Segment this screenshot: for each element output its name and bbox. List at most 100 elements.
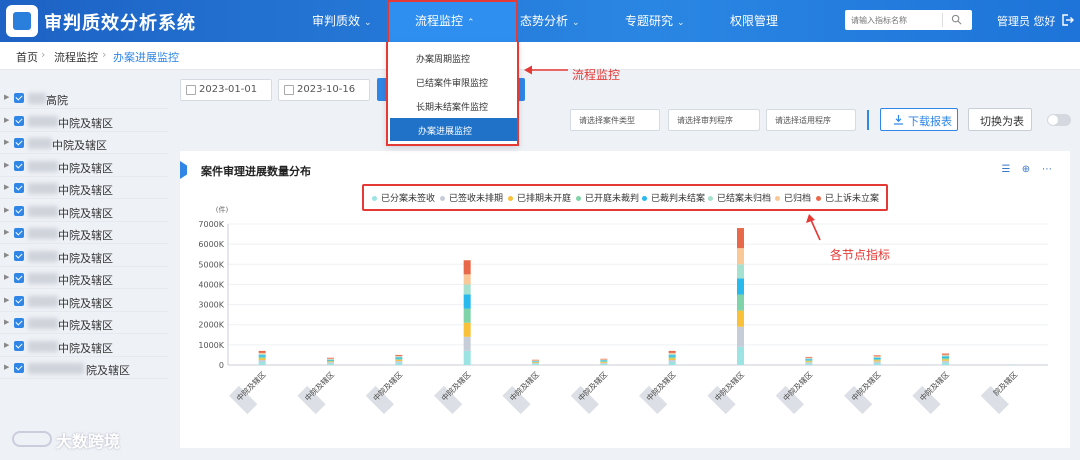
expand-arrow-icon[interactable]: ▶ xyxy=(4,116,9,124)
tree-item[interactable]: ▶ 中院及辖区 xyxy=(0,336,168,357)
checkbox[interactable] xyxy=(14,183,24,193)
more-icon[interactable]: ⋯ xyxy=(1041,164,1053,176)
menu-item-closed-case-limit[interactable]: 已结案件审限监控 xyxy=(388,70,517,93)
case-type-select[interactable]: 请选择案件类型 ⌄ xyxy=(570,109,660,131)
zoom-icon[interactable]: ⊕ xyxy=(1020,164,1032,176)
bar-segment xyxy=(805,358,813,360)
chevron-right-icon: › xyxy=(41,48,46,61)
bar-segment xyxy=(873,356,881,358)
checkbox[interactable] xyxy=(14,138,24,148)
logout-icon[interactable] xyxy=(1060,13,1074,27)
expand-arrow-icon[interactable]: ▶ xyxy=(4,206,9,214)
bar-segment xyxy=(600,362,608,364)
bar-segment xyxy=(600,361,608,362)
x-tick-label: 中院及辖区 xyxy=(439,369,473,403)
tree-item[interactable]: ▶ 中院及辖区 xyxy=(0,246,168,267)
annotation-arrow-icon xyxy=(524,65,568,75)
bar-segment xyxy=(463,322,471,337)
end-date-picker[interactable]: 2023-10-16 xyxy=(278,79,370,101)
checkbox[interactable] xyxy=(14,273,24,283)
bar-segment xyxy=(395,356,403,358)
expand-arrow-icon[interactable]: ▶ xyxy=(4,363,9,371)
bar-segment xyxy=(1010,364,1018,365)
nav-item-topic-research[interactable]: 专题研究 ⌄ xyxy=(625,12,685,29)
tree-item[interactable]: ▶ 高院 xyxy=(0,88,168,109)
checkbox[interactable] xyxy=(14,93,24,103)
breadcrumb-home[interactable]: 首页 xyxy=(16,49,38,65)
x-tick-label: 院及辖区 xyxy=(991,369,1020,398)
expand-arrow-icon[interactable]: ▶ xyxy=(4,93,9,101)
tree-item[interactable]: ▶ 中院及辖区 xyxy=(0,313,168,334)
expand-arrow-icon[interactable]: ▶ xyxy=(4,273,9,281)
bar-segment xyxy=(395,355,403,357)
checkbox[interactable] xyxy=(14,340,24,351)
nav-item-process-monitor[interactable]: 流程监控 ⌃ xyxy=(415,12,475,29)
start-date-picker[interactable]: 2023-01-01 xyxy=(180,79,272,101)
checkbox[interactable] xyxy=(14,115,24,126)
menu-item-long-pending[interactable]: 长期未结案件监控 xyxy=(388,94,517,117)
nav-item-quality[interactable]: 审判质效 ⌄ xyxy=(312,12,372,29)
trial-procedure-select[interactable]: 请选择审判程序 ⌄ xyxy=(668,109,760,131)
bar-segment xyxy=(600,358,608,360)
bar-segment xyxy=(873,361,881,363)
nav-item-trend-analysis[interactable]: 态势分析 ⌄ xyxy=(520,12,580,29)
bar-segment xyxy=(668,352,676,354)
chevron-down-icon: ⌄ xyxy=(775,114,783,124)
bar-segment xyxy=(258,359,266,362)
tree-item[interactable]: ▶ 中院及辖区 xyxy=(0,201,168,222)
checkbox[interactable] xyxy=(14,363,24,373)
tree-item[interactable]: ▶ 院及辖区 xyxy=(0,358,168,379)
checkbox[interactable] xyxy=(14,318,24,328)
tree-item[interactable]: ▶ 中院及辖区 xyxy=(0,291,168,312)
checkbox[interactable] xyxy=(14,295,24,306)
search-icon[interactable] xyxy=(951,14,962,25)
x-tick-label: 中院及辖区 xyxy=(712,369,746,403)
tree-item-label: 中院及辖区 xyxy=(58,274,113,287)
view-toggle[interactable] xyxy=(1047,114,1071,126)
expand-arrow-icon[interactable]: ▶ xyxy=(4,318,9,326)
tree-item[interactable]: ▶ 中院及辖区 xyxy=(0,156,168,177)
x-tick-label: 中院及辖区 xyxy=(371,369,405,403)
tree-item-label: 中院及辖区 xyxy=(52,139,107,152)
expand-arrow-icon[interactable]: ▶ xyxy=(4,296,9,304)
menu-item-case-progress[interactable]: 办案进展监控 xyxy=(390,118,517,141)
redacted-name xyxy=(28,295,58,307)
tree-item[interactable]: ▶ 中院及辖区 xyxy=(0,268,168,289)
expand-arrow-icon[interactable]: ▶ xyxy=(4,341,9,349)
breadcrumb-process-monitor[interactable]: 流程监控 xyxy=(54,49,98,65)
download-report-button[interactable]: 下载报表 xyxy=(880,108,958,131)
applicable-procedure-select[interactable]: 请选择适用程序 ⌄ xyxy=(766,109,856,131)
bar-segment xyxy=(942,362,949,365)
menu-item-case-cycle[interactable]: 办案周期监控 xyxy=(388,46,517,69)
title-flag-icon xyxy=(180,161,187,179)
search-input[interactable] xyxy=(851,13,941,27)
bar-segment xyxy=(463,336,471,351)
tree-item[interactable]: ▶ 中院及辖区 xyxy=(0,133,168,154)
checkbox[interactable] xyxy=(14,205,24,216)
tree-item[interactable]: ▶ 中院及辖区 xyxy=(0,178,168,199)
bar-segment xyxy=(327,358,334,360)
expand-arrow-icon[interactable]: ▶ xyxy=(4,138,9,146)
expand-arrow-icon[interactable]: ▶ xyxy=(4,161,9,169)
checkbox[interactable] xyxy=(14,160,24,171)
nav-item-permission[interactable]: 权限管理 xyxy=(730,12,778,29)
download-label: 下载报表 xyxy=(908,115,952,128)
user-greeting: 管理员 您好 xyxy=(997,15,1056,28)
checkbox[interactable] xyxy=(14,250,24,261)
y-tick-label: 6000K xyxy=(198,240,224,249)
bar-segment xyxy=(737,264,744,279)
expand-arrow-icon[interactable]: ▶ xyxy=(4,251,9,259)
tree-item[interactable]: ▶ 中院及辖区 xyxy=(0,111,168,132)
bar-segment xyxy=(873,362,881,365)
x-tick-label: 中院及辖区 xyxy=(781,369,815,403)
switch-to-table-button[interactable]: 切换为表 xyxy=(968,108,1032,131)
tree-item[interactable]: ▶ 中院及辖区 xyxy=(0,223,168,244)
bar-segment xyxy=(873,358,881,361)
checkbox[interactable] xyxy=(14,228,24,238)
bar-segment xyxy=(942,357,949,360)
expand-arrow-icon[interactable]: ▶ xyxy=(4,228,9,236)
list-sort-icon[interactable]: ☰ xyxy=(1000,164,1012,176)
bar-segment xyxy=(805,356,813,358)
bar-segment xyxy=(942,356,949,358)
expand-arrow-icon[interactable]: ▶ xyxy=(4,183,9,191)
